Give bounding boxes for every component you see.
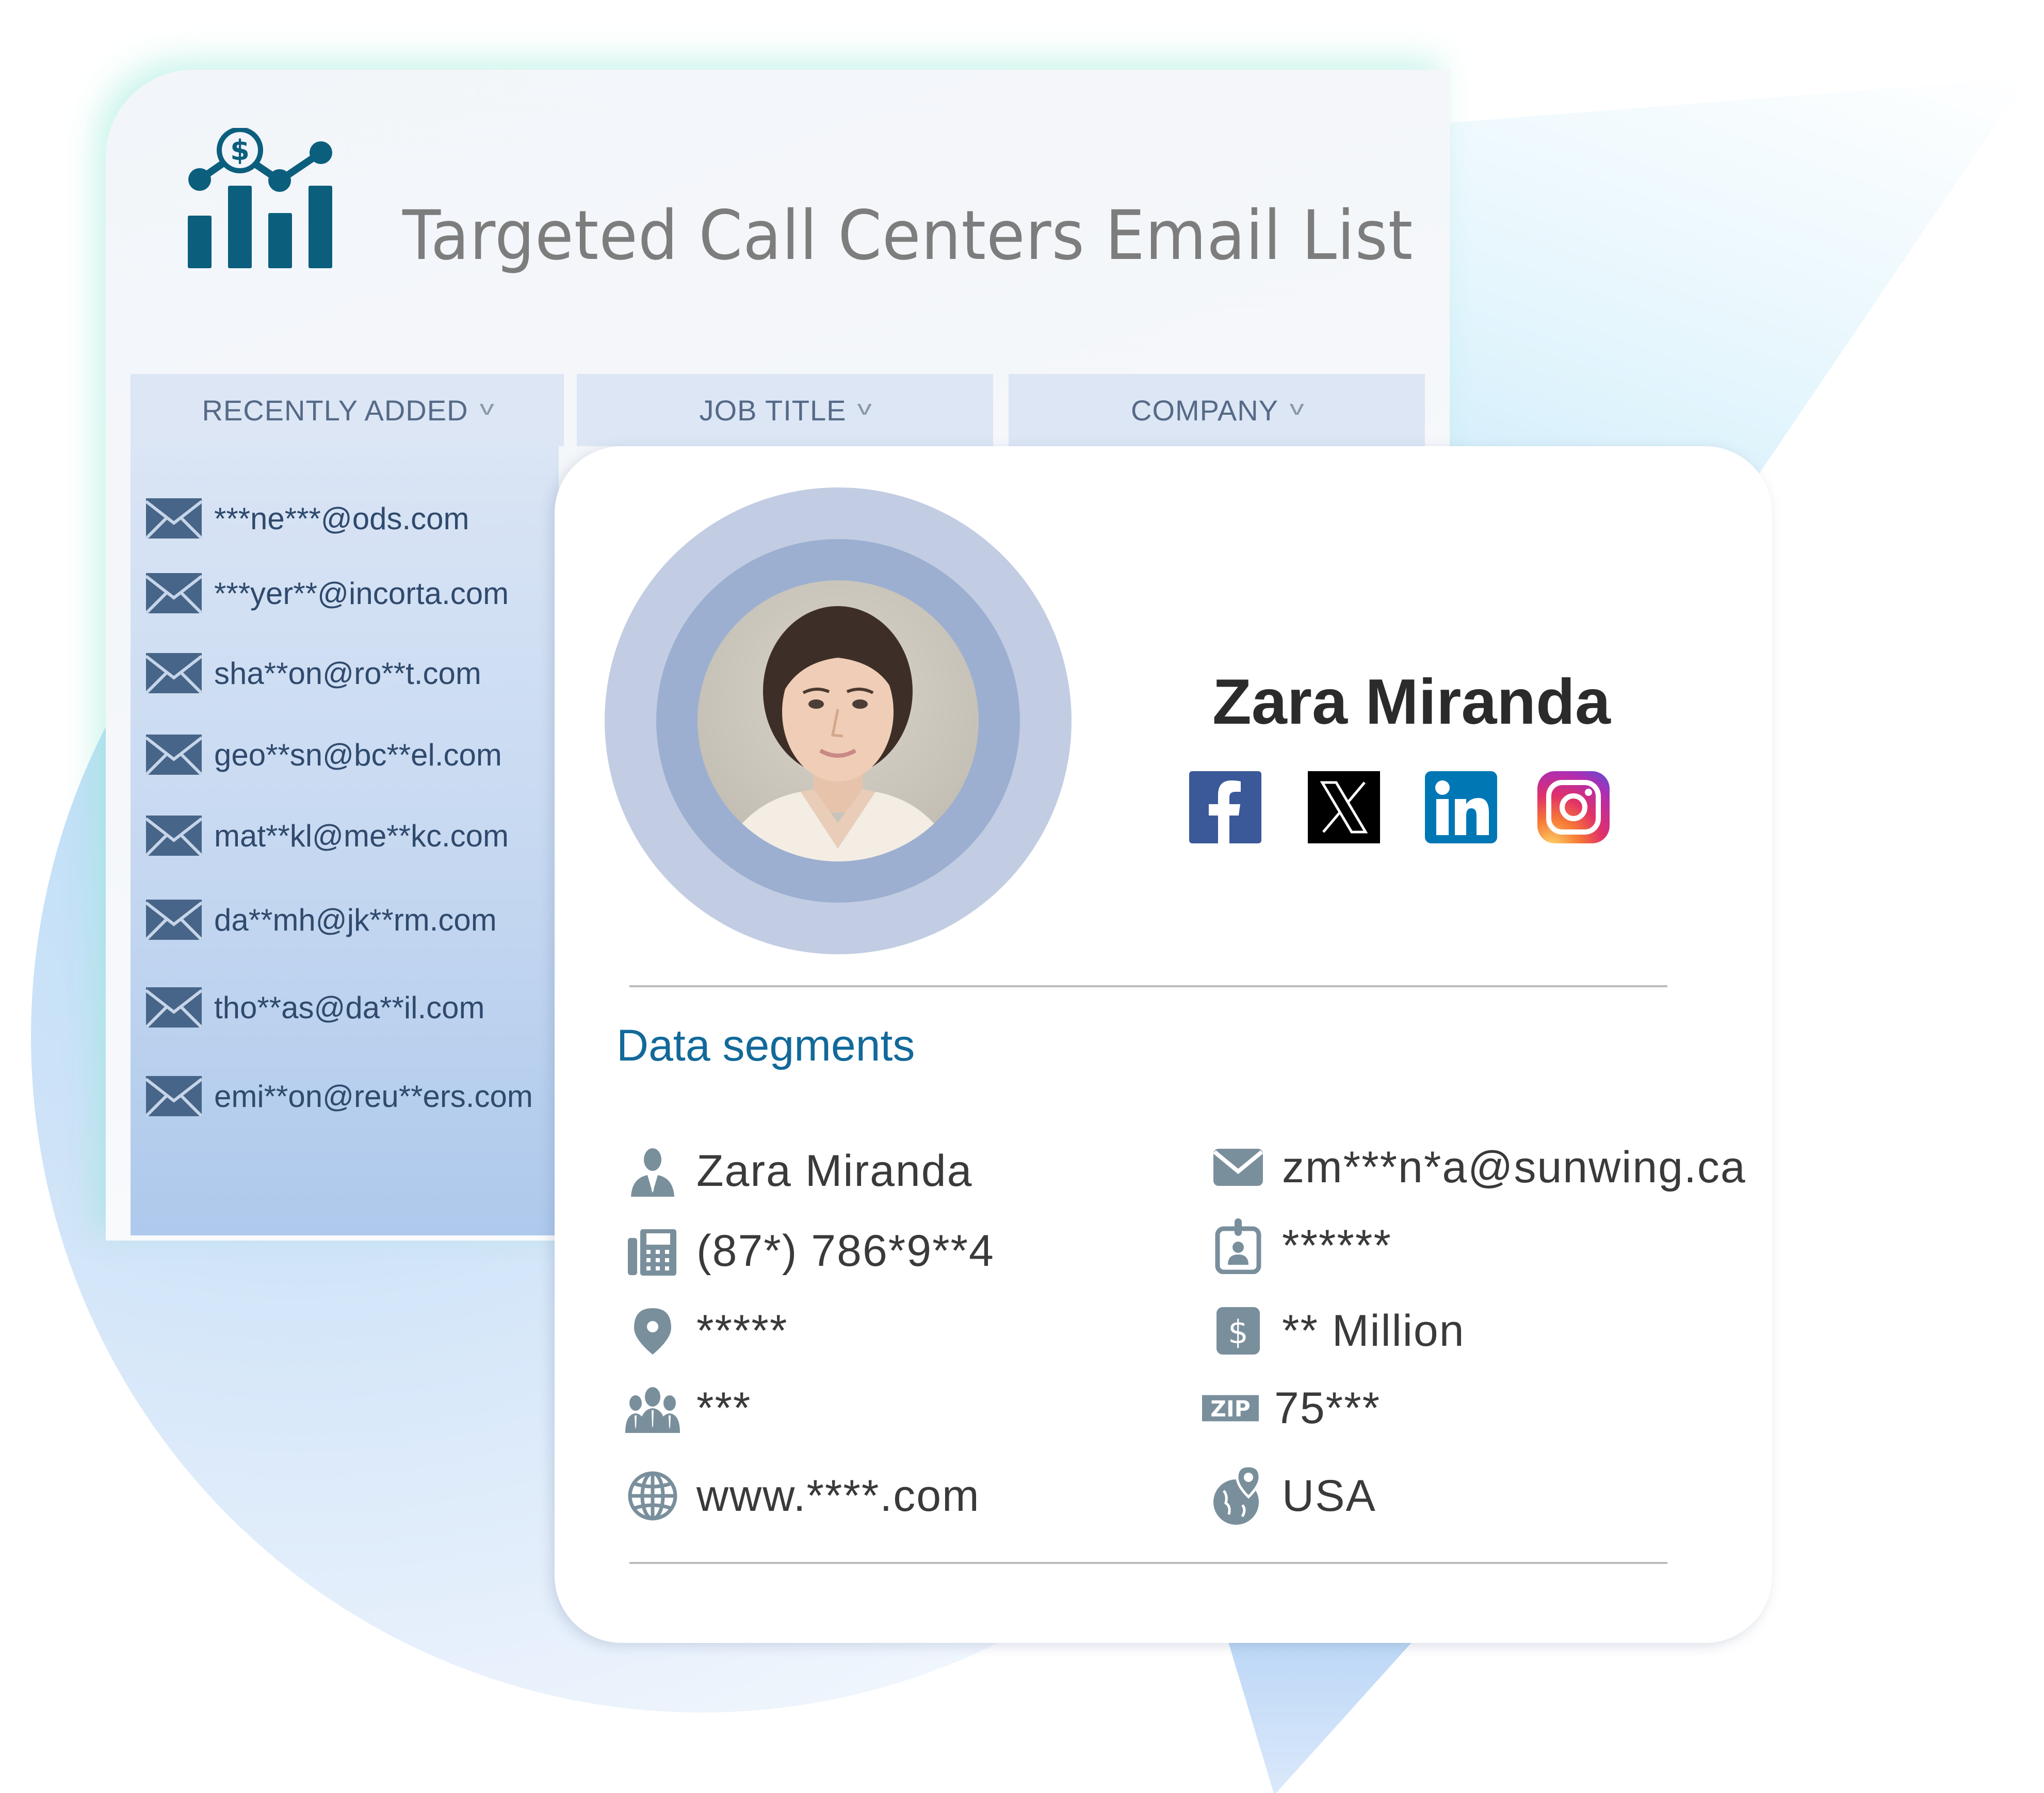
envelope-icon [146,987,202,1028]
segment-zip: ZIP 75*** [1202,1375,1381,1442]
email-list-item[interactable]: da**mh@jk**rm.com [146,896,497,943]
svg-text:$: $ [230,134,250,167]
email-address: emi**on@reu**ers.com [214,1079,533,1114]
background-shape-bottom [1228,1640,1414,1793]
tab-recently-added[interactable]: RECENTLY ADDED v [131,374,564,446]
email-list-panel: ***ne***@ods.com ***yer**@incorta.com sh… [131,446,559,1235]
email-list-item[interactable]: sha**on@ro**t.com [146,650,481,696]
email-list-item[interactable]: ***ne***@ods.com [146,495,469,542]
zip-badge-text: ZIP [1210,1396,1250,1422]
segment-job-title: ****** [1210,1212,1392,1279]
email-list-item[interactable]: geo**sn@bc**el.com [146,731,502,778]
segment-value: ****** [1282,1220,1392,1270]
envelope-icon [146,735,202,775]
globe-pin-icon [1210,1465,1267,1525]
chevron-down-icon: v [1289,396,1305,419]
person-icon [624,1143,681,1199]
segment-value: ** Million [1282,1306,1465,1356]
email-address: tho**as@da**il.com [214,990,485,1025]
profile-name: Zara Miranda [1212,666,1611,738]
globe-icon [624,1468,681,1524]
segment-country: USA [1210,1462,1376,1529]
id-badge-icon [1210,1217,1267,1274]
segment-value: zm***n*a@sunwing.ca [1282,1142,1746,1192]
segment-value: ***** [696,1306,788,1356]
instagram-icon[interactable] [1537,771,1610,843]
envelope-icon [146,573,202,613]
segment-value: Zara Miranda [696,1146,973,1196]
email-address: da**mh@jk**rm.com [214,902,497,937]
divider [629,985,1667,987]
email-list-item[interactable]: tho**as@da**il.com [146,984,485,1031]
segment-value: USA [1282,1471,1376,1521]
email-icon [1210,1139,1267,1196]
email-address: sha**on@ro**t.com [214,656,481,691]
segment-name: Zara Miranda [624,1137,972,1204]
envelope-icon [146,816,202,856]
avatar [697,580,979,861]
envelope-icon [146,900,202,940]
email-address: ***yer**@incorta.com [214,576,509,611]
data-segments-title: Data segments [617,1021,915,1070]
tab-job-title[interactable]: JOB TITLE v [577,374,993,446]
segment-phone: (87*) 786*9**4 [624,1217,995,1284]
segment-employees: *** [624,1375,751,1442]
envelope-icon [146,498,202,539]
email-list-item[interactable]: ***yer**@incorta.com [146,570,509,616]
envelope-icon [146,653,202,693]
dollar-icon: $ [1210,1302,1267,1359]
facebook-icon[interactable] [1189,771,1261,843]
segment-revenue: $ ** Million [1210,1297,1465,1364]
employees-icon [624,1380,681,1437]
chevron-down-icon: v [857,396,873,419]
tab-label: JOB TITLE [699,394,847,427]
email-address: geo**sn@bc**el.com [214,737,502,772]
email-address: mat**kl@me**kc.com [214,818,509,853]
chart-dollar-icon: $ [187,127,336,278]
x-icon[interactable] [1308,771,1380,843]
segment-value: www.****.com [696,1471,980,1521]
segment-website: www.****.com [624,1462,980,1529]
segment-email: zm***n*a@sunwing.ca [1210,1134,1746,1201]
email-address: ***ne***@ods.com [214,501,469,536]
linkedin-icon[interactable] [1425,771,1497,843]
tab-label: COMPANY [1131,394,1278,427]
chevron-down-icon: v [479,396,495,419]
segment-value: 75*** [1274,1383,1381,1433]
segment-location: ***** [624,1297,788,1364]
location-pin-icon [624,1302,681,1359]
segment-value: *** [696,1383,752,1433]
svg-text:$: $ [1228,1313,1248,1351]
zip-icon: ZIP [1202,1380,1259,1437]
segment-value: (87*) 786*9**4 [696,1226,995,1276]
tab-label: RECENTLY ADDED [202,394,468,427]
divider [629,1562,1667,1564]
email-list-item[interactable]: emi**on@reu**ers.com [146,1073,533,1119]
tab-company[interactable]: COMPANY v [1009,374,1425,446]
office-phone-icon [624,1222,681,1279]
email-list-item[interactable]: mat**kl@me**kc.com [146,812,509,859]
envelope-icon [146,1076,202,1116]
page-title: Targeted Call Centers Email List [402,196,1414,275]
